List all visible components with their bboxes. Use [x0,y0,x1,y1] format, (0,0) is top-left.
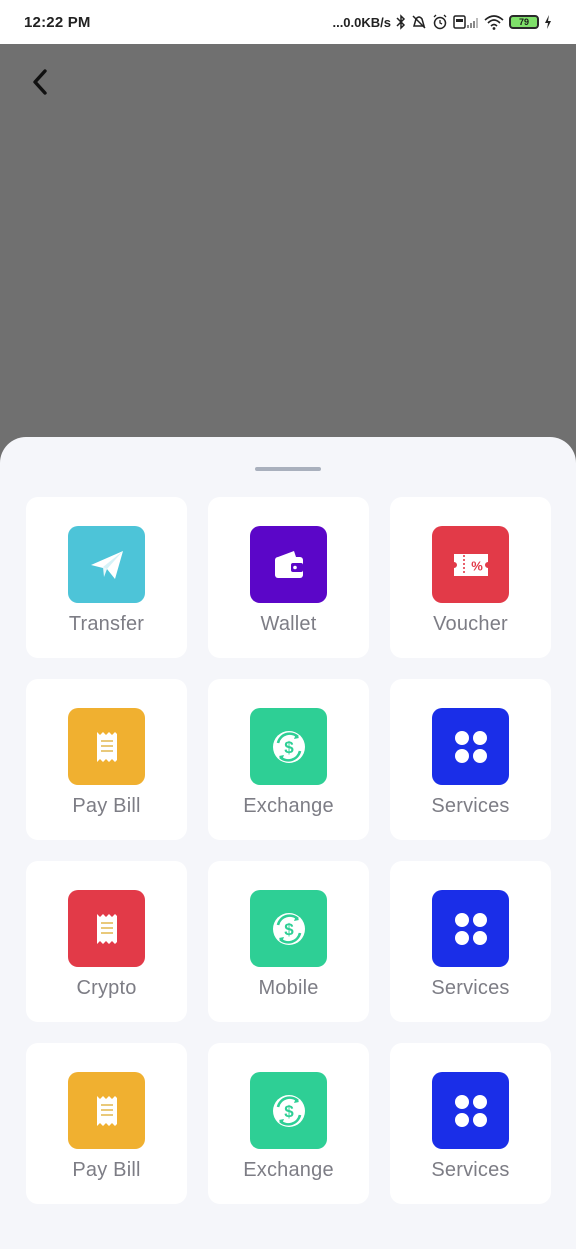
mute-icon [411,14,427,30]
service-tile-services[interactable]: Services [390,1043,551,1204]
service-tile-pay-bill[interactable]: Pay Bill [26,679,187,840]
currency-exchange-icon: $ [250,708,327,785]
alarm-icon [432,14,448,30]
receipt-icon [68,708,145,785]
grid-dots-icon [432,708,509,785]
back-button[interactable] [22,62,58,102]
currency-exchange-icon: $ [250,890,327,967]
battery-level: 79 [518,17,529,27]
service-tile-exchange[interactable]: $ Exchange [208,679,369,840]
tile-label: Services [431,795,510,817]
tile-label: Pay Bill [72,1159,141,1181]
tile-label: Crypto [76,977,137,999]
tile-label: Transfer [68,613,145,635]
service-tile-voucher[interactable]: % Voucher [390,497,551,658]
tile-label: Services [431,1159,510,1181]
drag-handle[interactable] [255,467,321,471]
dimmed-background-overlay[interactable] [0,44,576,464]
tile-label: Exchange [243,1159,334,1181]
svg-text:$: $ [284,920,294,939]
tile-label: Mobile [258,977,319,999]
svg-text:$: $ [284,738,294,757]
voucher-icon: % [432,526,509,603]
service-tile-exchange[interactable]: $ Exchange [208,1043,369,1204]
chevron-left-icon [33,69,47,95]
tile-label: Exchange [243,795,334,817]
paper-plane-icon [68,526,145,603]
status-bar: 12:22 PM ...0.0KB/s 79 [0,0,576,44]
status-icons: ...0.0KB/s 79 [332,14,552,30]
service-tile-services[interactable]: Services [390,679,551,840]
grid-dots-icon [432,890,509,967]
services-grid: Transfer Wallet% Voucher Pay Bill $ Exchange S… [26,497,551,1204]
cellular-signal-icon [453,14,479,30]
bluetooth-icon [396,14,406,30]
tile-label: Services [431,977,510,999]
network-speed: ...0.0KB/s [332,14,391,30]
status-time: 12:22 PM [24,13,91,31]
svg-text:%: % [471,558,483,573]
service-tile-crypto[interactable]: Crypto [26,861,187,1022]
service-tile-services[interactable]: Services [390,861,551,1022]
service-tile-wallet[interactable]: Wallet [208,497,369,658]
charging-icon [544,14,552,30]
currency-exchange-icon: $ [250,1072,327,1149]
service-tile-mobile[interactable]: $ Mobile [208,861,369,1022]
wifi-icon [484,14,504,30]
tile-label: Pay Bill [72,795,141,817]
bottom-sheet: Transfer Wallet% Voucher Pay Bill $ Exchange S… [0,437,576,1249]
svg-text:$: $ [284,1102,294,1121]
battery-icon: 79 [509,15,539,29]
tile-label: Wallet [260,613,317,635]
grid-dots-icon [432,1072,509,1149]
receipt-icon [68,890,145,967]
tile-label: Voucher [433,613,508,635]
wallet-icon [250,526,327,603]
service-tile-transfer[interactable]: Transfer [26,497,187,658]
receipt-icon [68,1072,145,1149]
service-tile-pay-bill[interactable]: Pay Bill [26,1043,187,1204]
